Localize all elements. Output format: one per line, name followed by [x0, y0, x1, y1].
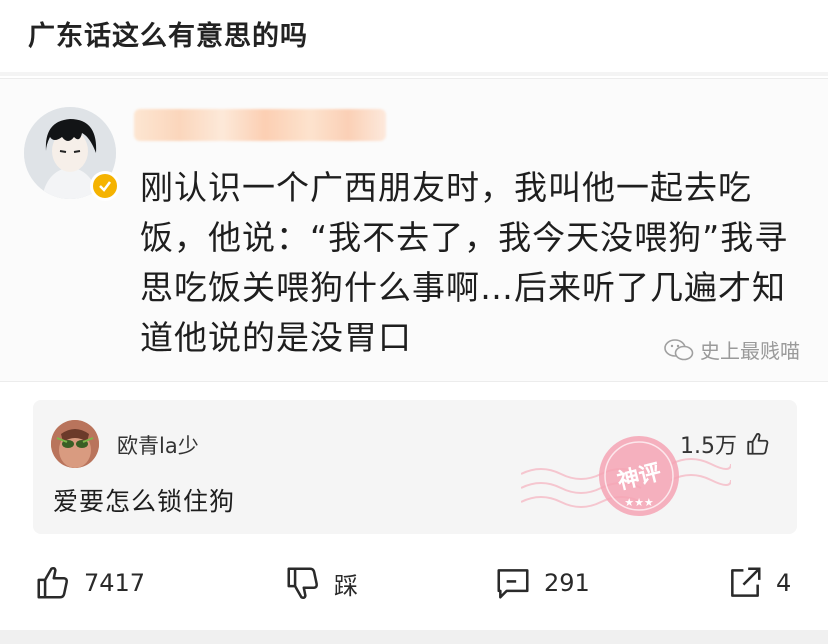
blurred-username — [134, 109, 386, 141]
embedded-screenshot: 刚认识一个广西朋友时，我叫他一起去吃 饭，他说：“我不去了，我今天没喂狗”我寻 … — [0, 78, 828, 382]
svg-text:★★★: ★★★ — [624, 496, 654, 509]
commenter-avatar[interactable] — [51, 420, 99, 468]
post-title: 广东话这么有意思的吗 — [28, 21, 308, 52]
comment-icon — [497, 569, 529, 599]
share-button[interactable]: 4 — [726, 564, 791, 602]
author-avatar — [24, 107, 120, 201]
dislike-label: 踩 — [334, 571, 358, 600]
commenter-name[interactable]: 欧青la少 — [117, 430, 199, 460]
divider — [0, 72, 828, 76]
comment-like-button[interactable]: 1.5万 — [680, 428, 771, 460]
body-line: 饭，他说：“我不去了，我今天没喂狗”我寻 — [140, 218, 789, 257]
dislike-button[interactable]: 踩 — [284, 564, 358, 602]
post-body: 刚认识一个广西朋友时，我叫他一起去吃 饭，他说：“我不去了，我今天没喂狗”我寻 … — [140, 163, 800, 363]
share-count: 4 — [776, 569, 792, 597]
bottom-divider — [0, 630, 828, 644]
watermark-text: 史上最贱喵 — [700, 339, 800, 363]
thumbs-up-icon — [37, 566, 68, 599]
verified-check-icon — [90, 171, 120, 201]
share-icon — [731, 567, 761, 597]
comment-like-count: 1.5万 — [680, 434, 737, 459]
post-actions: 7417 踩 291 4 — [0, 548, 828, 622]
comment-button[interactable]: 291 — [494, 564, 590, 602]
hot-comment[interactable]: 欧青la少 神评 ★★★ 1.5万 爱要怎么锁住狗 — [33, 400, 797, 534]
thumbs-up-icon — [747, 432, 769, 455]
thumbs-down-icon — [287, 567, 318, 600]
body-line: 思吃饭关喂狗什么事啊…后来听了几遍才知 — [140, 268, 786, 307]
like-count: 7417 — [84, 569, 146, 597]
comment-text: 爱要怎么锁住狗 — [53, 487, 236, 516]
body-line: 刚认识一个广西朋友时，我叫他一起去吃 — [140, 168, 752, 207]
like-button[interactable]: 7417 — [34, 564, 145, 602]
watermark: 史上最贱喵 — [664, 335, 800, 364]
wechat-icon — [664, 338, 694, 360]
comment-count: 291 — [544, 569, 590, 597]
